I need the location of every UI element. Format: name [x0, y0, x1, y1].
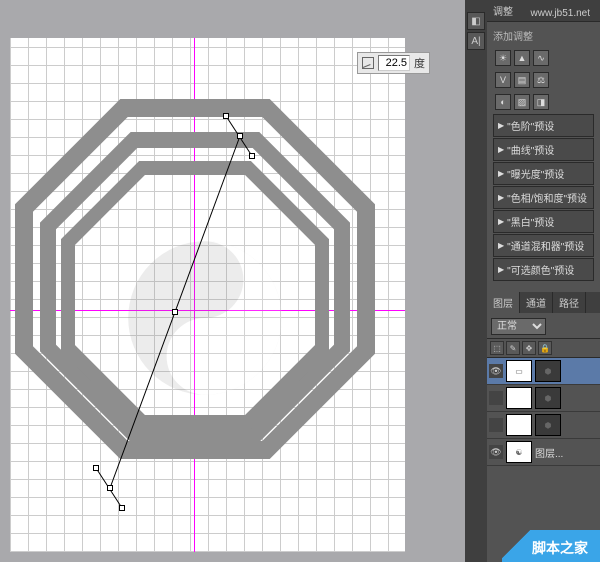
- vibrance-icon[interactable]: V: [495, 72, 511, 88]
- watermark-banner: 脚本之家: [502, 530, 600, 562]
- curves-icon[interactable]: ∿: [533, 50, 549, 66]
- document-canvas[interactable]: [10, 38, 405, 552]
- chevron-right-icon: ▶: [498, 217, 504, 226]
- posterize-icon[interactable]: ▨: [514, 94, 530, 110]
- lock-position-icon[interactable]: ✥: [522, 341, 536, 355]
- panel-collapse-icon[interactable]: ◧: [467, 12, 485, 30]
- rotation-angle-control: 度: [357, 52, 430, 74]
- chevron-right-icon: ▶: [498, 265, 504, 274]
- watermark-url: www.jb51.net: [531, 8, 590, 19]
- layers-panel: 图层 通道 路径 正常 ⬚ ✎ ✥ 🔒 👁 ▭ ⬢: [487, 292, 600, 466]
- chevron-right-icon: ▶: [498, 121, 504, 130]
- brightness-icon[interactable]: ☀: [495, 50, 511, 66]
- layer-row[interactable]: ⬢: [487, 385, 600, 412]
- layer-thumbnail[interactable]: [506, 414, 532, 436]
- preset-hue-saturation[interactable]: ▶"色相/饱和度"预设: [493, 186, 594, 209]
- transform-handle[interactable]: [237, 133, 243, 139]
- transform-handle[interactable]: [107, 485, 113, 491]
- panel-dock: ◧ A| 调整 添加调整 ☀ ▲ ∿ V ▤ ⚖ ◐ ▨ ◨ ▶"色阶"预设 ▶…: [465, 0, 600, 562]
- lock-all-icon[interactable]: 🔒: [538, 341, 552, 355]
- tab-channels[interactable]: 通道: [520, 292, 553, 313]
- chevron-right-icon: ▶: [498, 193, 504, 202]
- visibility-eye-icon[interactable]: [489, 391, 503, 405]
- lock-transparency-icon[interactable]: ⬚: [490, 341, 504, 355]
- tab-layers[interactable]: 图层: [487, 292, 520, 313]
- transform-handle[interactable]: [249, 153, 255, 159]
- layer-thumbnail[interactable]: ☯: [506, 441, 532, 463]
- preset-exposure[interactable]: ▶"曝光度"预设: [493, 162, 594, 185]
- preset-selective-color[interactable]: ▶"可选颜色"预设: [493, 258, 594, 281]
- transform-handle[interactable]: [119, 505, 125, 511]
- layer-lock-row: ⬚ ✎ ✥ 🔒: [487, 338, 600, 358]
- transform-handle[interactable]: [223, 113, 229, 119]
- levels-icon[interactable]: ▲: [514, 50, 530, 66]
- layer-mask-thumbnail[interactable]: ⬢: [535, 387, 561, 409]
- adjustment-icons-row-2: V ▤ ⚖: [491, 69, 596, 91]
- visibility-eye-icon[interactable]: [489, 418, 503, 432]
- angle-icon: [362, 57, 374, 69]
- visibility-eye-icon[interactable]: 👁: [489, 364, 503, 378]
- blend-mode-select[interactable]: 正常: [491, 318, 546, 335]
- character-panel-icon[interactable]: A|: [467, 32, 485, 50]
- layer-name-label: 图层...: [535, 445, 563, 460]
- balance-icon[interactable]: ⚖: [533, 72, 549, 88]
- adjustment-icons-row-3: ◐ ▨ ◨: [491, 91, 596, 113]
- transform-handle[interactable]: [93, 465, 99, 471]
- transform-path[interactable]: [10, 38, 405, 552]
- layer-thumbnail[interactable]: [506, 387, 532, 409]
- tab-paths[interactable]: 路径: [553, 292, 586, 313]
- add-adjustment-label: 添加调整: [491, 26, 596, 47]
- visibility-eye-icon[interactable]: 👁: [489, 445, 503, 459]
- preset-curves[interactable]: ▶"曲线"预设: [493, 138, 594, 161]
- layer-thumbnail[interactable]: ▭: [506, 360, 532, 382]
- layer-row[interactable]: ⬢: [487, 412, 600, 439]
- hue-icon[interactable]: ▤: [514, 72, 530, 88]
- threshold-icon[interactable]: ◨: [533, 94, 549, 110]
- angle-unit-label: 度: [414, 55, 425, 71]
- adjustment-icons-row-1: ☀ ▲ ∿: [491, 47, 596, 69]
- lock-pixels-icon[interactable]: ✎: [506, 341, 520, 355]
- transform-center-handle[interactable]: [172, 309, 178, 315]
- preset-channel-mixer[interactable]: ▶"通道混和器"预设: [493, 234, 594, 257]
- chevron-right-icon: ▶: [498, 145, 504, 154]
- chevron-right-icon: ▶: [498, 169, 504, 178]
- layer-mask-thumbnail[interactable]: ⬢: [535, 414, 561, 436]
- collapsed-panel-strip: ◧ A|: [465, 0, 487, 562]
- layer-mask-thumbnail[interactable]: ⬢: [535, 360, 561, 382]
- chevron-right-icon: ▶: [498, 241, 504, 250]
- layer-row[interactable]: 👁 ☯ 图层...: [487, 439, 600, 466]
- invert-icon[interactable]: ◐: [495, 94, 511, 110]
- rotation-angle-input[interactable]: [378, 55, 410, 71]
- layer-row[interactable]: 👁 ▭ ⬢: [487, 358, 600, 385]
- preset-levels[interactable]: ▶"色阶"预设: [493, 114, 594, 137]
- preset-black-white[interactable]: ▶"黑白"预设: [493, 210, 594, 233]
- canvas-viewport: 度: [0, 0, 465, 562]
